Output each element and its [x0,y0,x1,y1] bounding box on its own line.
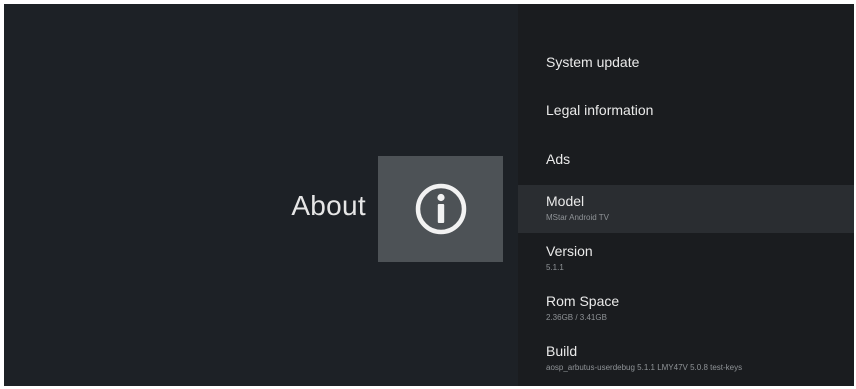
menu-item-value: MStar Android TV [546,213,609,222]
menu-item-label: Legal information [546,102,654,118]
menu-item-value: 2.36GB / 3.41GB [546,313,607,322]
menu-item-ads[interactable]: Ads [518,136,854,184]
menu-item-label: Rom Space [546,293,620,309]
settings-list: System update Legal information Ads Mode… [518,4,854,386]
menu-item-label: Build [546,343,578,359]
menu-item-system-update[interactable]: System update [518,39,854,87]
section-header-pane: About [4,4,518,386]
menu-item-build[interactable]: Build aosp_arbutus-userdebug 5.1.1 LMY47… [518,335,854,383]
menu-item-version[interactable]: Version 5.1.1 [518,235,854,283]
menu-item-rom-space[interactable]: Rom Space 2.36GB / 3.41GB [518,285,854,333]
page-title: About [291,190,366,221]
menu-item-value: aosp_arbutus-userdebug 5.1.1 LMY47V 5.0.… [546,363,743,372]
menu-item-label: Version [546,243,593,259]
info-icon [415,183,466,235]
menu-item-label: Ads [546,151,571,167]
tv-settings-screen: About System update Legal information Ad… [4,4,854,386]
menu-item-legal-information[interactable]: Legal information [518,87,854,135]
menu-item-value: 5.1.1 [546,263,564,272]
menu-item-label: Model [546,193,585,209]
menu-item-model[interactable]: Model MStar Android TV [518,185,854,233]
section-icon-tile [378,156,503,262]
menu-item-label: System update [546,54,640,70]
